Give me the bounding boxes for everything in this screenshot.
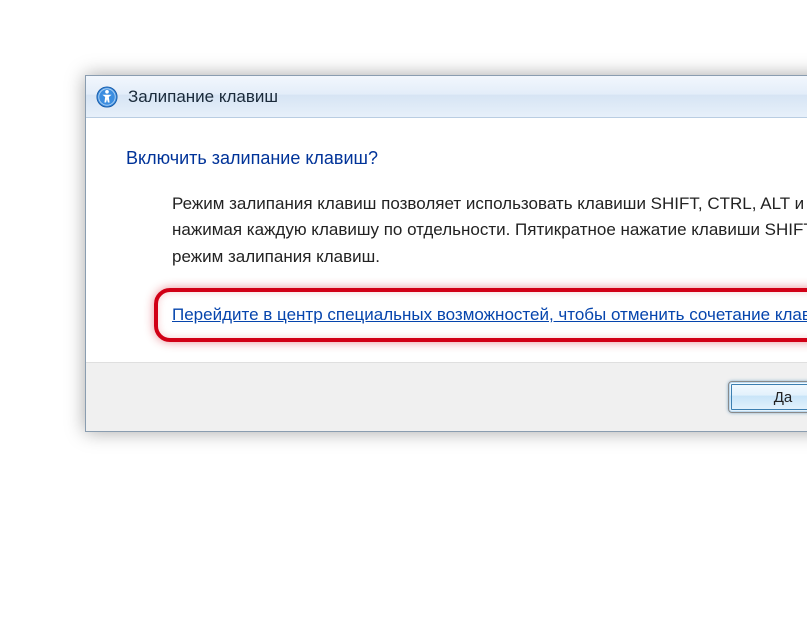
ease-of-access-link[interactable]: Перейдите в центр специальных возможност… (172, 305, 807, 324)
content-area: Включить залипание клавиш? Режим залипан… (86, 118, 807, 362)
main-instruction: Включить залипание клавиш? (126, 148, 807, 169)
link-highlight-region: Перейдите в центр специальных возможност… (154, 288, 807, 342)
title-bar: Залипание клавиш (86, 76, 807, 118)
body-text: Режим залипания клавиш позволяет использ… (172, 191, 807, 270)
accessibility-icon (96, 86, 118, 108)
dialog-footer: Да Нет (86, 362, 807, 431)
yes-button[interactable]: Да (728, 381, 807, 413)
body-block: Режим залипания клавиш позволяет использ… (126, 191, 807, 342)
dialog-title: Залипание клавиш (128, 87, 278, 107)
sticky-keys-dialog: Залипание клавиш Включить залипание клав… (85, 75, 807, 432)
